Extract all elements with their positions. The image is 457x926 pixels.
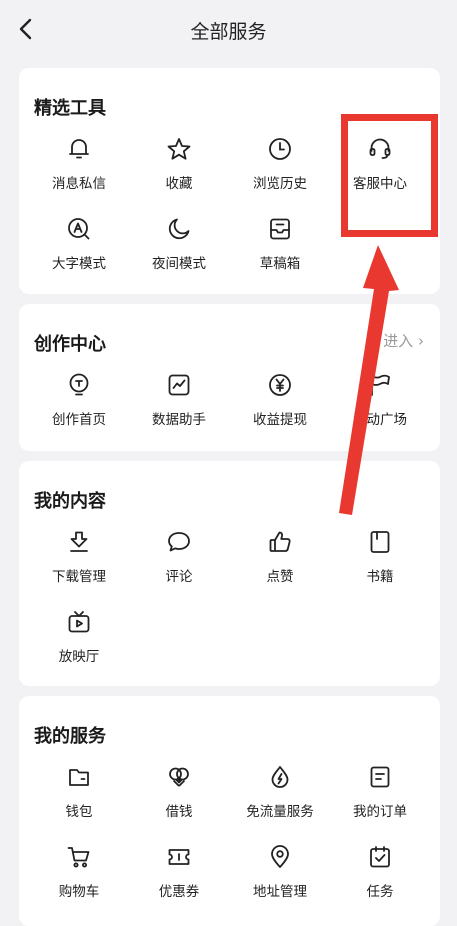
annotation-arrow xyxy=(339,245,399,515)
